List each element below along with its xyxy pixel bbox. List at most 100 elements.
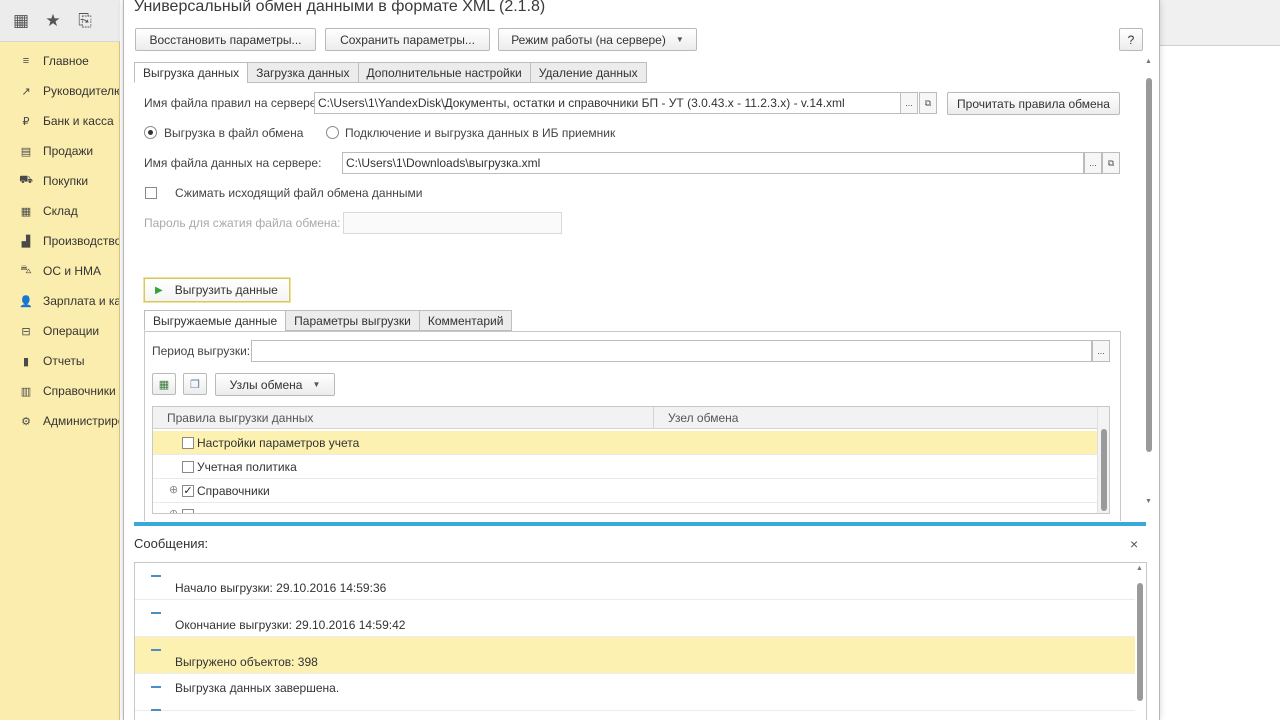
sidebar-item-purchases[interactable]: ⛟ Покупки (0, 166, 119, 196)
list-item[interactable]: Начало выгрузки: 29.10.2016 14:59:36 (135, 563, 1135, 600)
scroll-up-icon[interactable]: ▲ (1145, 58, 1152, 65)
messages-close-icon[interactable]: × (1130, 536, 1138, 552)
sidebar-item-warehouse[interactable]: ▦ Склад (0, 196, 119, 226)
select-all-icon[interactable]: ▦ (152, 373, 176, 395)
data-file-select-button[interactable]: ... (1084, 152, 1102, 174)
data-file-open-icon[interactable]: ⧉ (1102, 152, 1120, 174)
messages-scrollbar[interactable]: ▲ (1134, 563, 1146, 720)
favorites-star-icon[interactable]: ★ (44, 11, 62, 31)
sidebar-item-assets[interactable]: ⛍ ОС и НМА (0, 256, 119, 286)
row-checkbox[interactable] (182, 509, 194, 513)
save-params-button[interactable]: Сохранить параметры... (325, 28, 490, 51)
sidebar-item-manager[interactable]: ↗ Руководителю (0, 76, 119, 106)
sidebar-item-reports[interactable]: ▮ Отчеты (0, 346, 119, 376)
table-scrollbar[interactable] (1097, 407, 1109, 513)
exchange-nodes-label: Узлы обмена (229, 377, 303, 392)
expand-icon[interactable]: ⊕ (169, 483, 178, 496)
column-header-rules[interactable]: Правила выгрузки данных (153, 407, 654, 429)
rules-file-select-button[interactable]: ... (900, 92, 918, 114)
play-icon: ▶ (155, 284, 163, 296)
scroll-up-icon[interactable]: ▲ (1136, 565, 1143, 572)
restore-params-button[interactable]: Восстановить параметры... (135, 28, 316, 51)
dialog-scrollbar[interactable]: ▲ ▼ (1143, 56, 1155, 512)
message-text: Выгружено объектов: 398 (175, 655, 318, 669)
export-to-ib-radio[interactable] (326, 126, 339, 139)
trend-icon: ↗ (21, 85, 31, 98)
data-file-input[interactable]: C:\Users\1\Downloads\выгрузка.xml (342, 152, 1084, 174)
dialog-title: Универсальный обмен данными в формате XM… (134, 0, 546, 15)
tab-exported-data[interactable]: Выгружаемые данные (144, 310, 286, 331)
table-row[interactable]: Учетная политика (153, 455, 1098, 479)
sidebar-item-admin[interactable]: ⚙ Администрирование (0, 406, 119, 436)
truck-icon: ⛍ (20, 264, 32, 276)
tab-import[interactable]: Загрузка данных (247, 62, 358, 83)
rules-file-input[interactable]: C:\Users\1\YandexDisk\Документы, остатки… (314, 92, 902, 114)
sidebar-item-sales[interactable]: ▤ Продажи (0, 136, 119, 166)
sidebar-item-label: Продажи (43, 144, 94, 158)
sidebar-item-label: Отчеты (43, 354, 85, 368)
row-label: Настройки параметров учета (197, 436, 360, 450)
apps-grid-icon[interactable]: ▦ (12, 11, 30, 31)
sidebar-item-label: Покупки (43, 174, 89, 188)
password-label: Пароль для сжатия файла обмена: (144, 216, 341, 230)
read-rules-button[interactable]: Прочитать правила обмена (947, 92, 1120, 115)
table-row[interactable]: ⊕ (153, 503, 1098, 513)
export-rules-table: Правила выгрузки данных Узел обмена Наст… (152, 406, 1110, 514)
row-checkbox[interactable] (182, 437, 194, 449)
table-row[interactable]: ⊕ ✓ Справочники (153, 479, 1098, 503)
sidebar-item-directories[interactable]: ▥ Справочники (0, 376, 119, 406)
sidebar-item-production[interactable]: ▟ Производство (0, 226, 119, 256)
table-row[interactable]: Настройки параметров учета (153, 431, 1098, 455)
sidebar-item-main[interactable]: ≡ Главное (0, 46, 119, 76)
menu-icon: ≡ (22, 55, 30, 67)
row-label: Учетная политика (197, 460, 297, 474)
app-toolbar: ▦ ★ ⎘ (0, 0, 120, 42)
messages-list: Начало выгрузки: 29.10.2016 14:59:36 Око… (134, 562, 1147, 720)
export-data-label: Выгрузить данные (174, 283, 278, 297)
scrollbar-thumb[interactable] (1137, 583, 1143, 701)
scrollbar-thumb[interactable] (1101, 429, 1107, 511)
column-header-node[interactable]: Узел обмена (654, 407, 1098, 429)
messages-separator (134, 522, 1146, 526)
export-to-file-radio[interactable] (144, 126, 157, 139)
tab-export[interactable]: Выгрузка данных (134, 62, 248, 83)
sidebar-item-bank[interactable]: ₽ Банк и касса (0, 106, 119, 136)
history-icon[interactable]: ⎘ (76, 11, 94, 31)
period-select-button[interactable]: ... (1092, 340, 1110, 362)
row-checkbox[interactable] (182, 461, 194, 473)
compress-checkbox[interactable] (145, 187, 157, 199)
row-label: Справочники (197, 484, 270, 498)
mode-dropdown[interactable]: Режим работы (на сервере) ▼ (498, 28, 697, 51)
message-marker-icon (151, 709, 161, 711)
sidebar-item-label: Операции (43, 324, 100, 338)
export-data-button[interactable]: ▶ Выгрузить данные (144, 278, 290, 302)
sidebar-item-label: Производство (43, 234, 119, 248)
sidebar-item-label: Банк и касса (43, 114, 114, 128)
expand-icon[interactable]: ⊕ (169, 507, 178, 513)
password-input[interactable] (343, 212, 562, 234)
row-checkbox[interactable]: ✓ (182, 485, 194, 497)
period-input[interactable] (251, 340, 1092, 362)
list-item[interactable]: Выгружено объектов: 398 (135, 637, 1135, 674)
message-marker-icon (151, 649, 161, 651)
sidebar-item-salary[interactable]: 👤 Зарплата и кадры (0, 286, 119, 316)
tab-export-params[interactable]: Параметры выгрузки (285, 310, 419, 331)
sidebar-item-label: Главное (43, 54, 89, 68)
help-button[interactable]: ? (1119, 28, 1143, 51)
list-item[interactable]: Окончание выгрузки: 29.10.2016 14:59:42 (135, 600, 1135, 637)
sidebar-item-operations[interactable]: ⊟ Операции (0, 316, 119, 346)
gear-icon: ⚙ (21, 415, 31, 428)
list-item[interactable] (135, 699, 1135, 720)
copy-icon[interactable]: ❐ (183, 373, 207, 395)
messages-title: Сообщения: (134, 536, 209, 551)
export-to-file-label: Выгрузка в файл обмена (164, 126, 304, 140)
scrollbar-thumb[interactable] (1146, 78, 1152, 452)
rules-file-label: Имя файла правил на сервере: (144, 96, 320, 110)
exchange-nodes-dropdown[interactable]: Узлы обмена ▼ (215, 373, 335, 396)
tab-comment[interactable]: Комментарий (418, 310, 513, 331)
tab-additional-settings[interactable]: Дополнительные настройки (357, 62, 530, 83)
factory-icon: ▟ (21, 235, 31, 248)
tab-delete[interactable]: Удаление данных (529, 62, 647, 83)
rules-file-open-icon[interactable]: ⧉ (919, 92, 937, 114)
scroll-down-icon[interactable]: ▼ (1145, 498, 1152, 505)
